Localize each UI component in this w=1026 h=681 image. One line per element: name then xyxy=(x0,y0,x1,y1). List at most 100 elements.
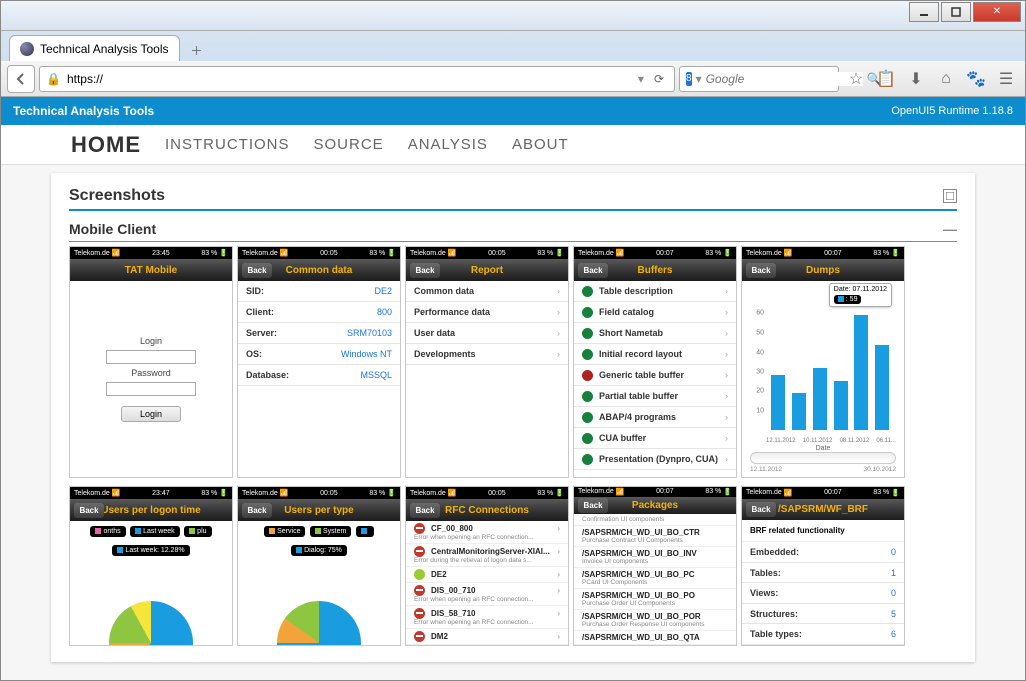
section-screenshots-header: Screenshots xyxy=(69,181,957,209)
phone-back-button[interactable]: Back xyxy=(242,503,272,518)
browser-tab[interactable]: Technical Analysis Tools xyxy=(9,35,180,61)
screenshot-packages: Telekom.de📶00:0783 %🔋 BackPackages Confi… xyxy=(573,486,737,646)
window-titlebar: ✕ xyxy=(1,1,1025,31)
search-bar[interactable]: 8 ▾ 🔍 xyxy=(679,66,839,92)
login-input[interactable] xyxy=(106,350,196,364)
screenshot-rfc-connections: Telekom.de📶00:0583 %🔋 BackRFC Connection… xyxy=(405,486,569,646)
phone-back-button[interactable]: Back xyxy=(746,263,776,278)
list-item[interactable]: Partial table buffer› xyxy=(574,386,736,407)
phone-back-button[interactable]: Back xyxy=(578,263,608,278)
list-item[interactable]: /SAPSRM/CH_WD_UI_BO_PORPurchase Order Re… xyxy=(574,610,736,631)
home-icon[interactable]: ⌂ xyxy=(933,67,959,91)
clipboard-icon[interactable]: 📋 xyxy=(873,67,899,91)
phone-title: Packages xyxy=(632,500,678,511)
banner-title: Technical Analysis Tools xyxy=(13,104,154,118)
search-input[interactable] xyxy=(706,72,863,86)
list-item[interactable]: DIS_58_710›Error when opening an RFC con… xyxy=(406,606,568,629)
section-mobile-client-header: Mobile Client — xyxy=(69,215,957,241)
url-input[interactable] xyxy=(67,72,632,86)
list-item[interactable]: Developments› xyxy=(406,344,568,365)
password-label: Password xyxy=(131,368,171,378)
main-nav: HOME INSTRUCTIONS SOURCE ANALYSIS ABOUT xyxy=(1,125,1025,165)
phone-title: TAT Mobile xyxy=(125,265,177,276)
list-item[interactable]: Table description› xyxy=(574,281,736,302)
pie-chart-icon xyxy=(277,601,361,645)
nav-about[interactable]: ABOUT xyxy=(512,136,569,153)
screenshot-users-logon-time: Telekom.de📶23:4783 %🔋 BackUsers per logo… xyxy=(69,486,233,646)
phone-title: Users per logon time xyxy=(101,505,200,516)
list-item[interactable]: Presentation (Dynpro, CUA)› xyxy=(574,449,736,470)
screenshot-dumps: Telekom.de📶00:0783 %🔋 BackDumps Date: 07… xyxy=(741,246,905,478)
extension-icon[interactable]: 🐾 xyxy=(963,67,989,91)
phone-back-button[interactable]: Back xyxy=(242,263,272,278)
collapse-line-icon[interactable]: — xyxy=(943,221,957,237)
phone-back-button[interactable]: Back xyxy=(74,503,104,518)
list-item[interactable]: Field catalog› xyxy=(574,302,736,323)
list-item[interactable]: ABAP/4 programs› xyxy=(574,407,736,428)
phone-back-button[interactable]: Back xyxy=(410,263,440,278)
password-input[interactable] xyxy=(106,382,196,396)
list-item[interactable]: DIS_00_710›Error when opening an RFC con… xyxy=(406,583,568,606)
list-item[interactable]: Common data› xyxy=(406,281,568,302)
phone-back-button[interactable]: Back xyxy=(410,503,440,518)
list-item[interactable]: Generic table buffer› xyxy=(574,365,736,386)
favicon-icon xyxy=(20,42,34,56)
window-close-button[interactable]: ✕ xyxy=(973,2,1021,22)
login-button[interactable]: Login xyxy=(121,406,181,422)
screenshot-buffers: Telekom.de📶00:0783 %🔋 BackBuffers Table … xyxy=(573,246,737,478)
list-item[interactable]: Short Nametab› xyxy=(574,323,736,344)
list-item[interactable]: /SAPSRM/CH_WD_UI_BO_INVInvoice UI compon… xyxy=(574,547,736,568)
tab-strip: Technical Analysis Tools ＋ xyxy=(1,31,1025,61)
list-item[interactable]: CF_00_800›Error when opening an RFC conn… xyxy=(406,521,568,544)
list-item[interactable]: /SAPSRM/CH_WD_UI_BO_POPurchase Order UI … xyxy=(574,589,736,610)
list-item[interactable]: /SAPSRM/CH_WD_UI_BO_PCPCard UI Component… xyxy=(574,568,736,589)
runtime-label: OpenUI5 Runtime 1.18.8 xyxy=(891,105,1013,117)
list-item[interactable]: DE2› xyxy=(406,567,568,583)
dropdown-icon[interactable]: ▾ xyxy=(638,72,644,86)
phone-title: RFC Connections xyxy=(445,505,529,516)
lock-icon: 🔒 xyxy=(46,72,61,86)
downloads-icon[interactable]: ⬇ xyxy=(903,67,929,91)
nav-analysis[interactable]: ANALYSIS xyxy=(408,136,488,153)
back-button[interactable] xyxy=(7,65,35,93)
menu-icon[interactable]: ☰ xyxy=(993,67,1019,91)
list-item[interactable]: Initial record layout› xyxy=(574,344,736,365)
phone-back-button[interactable]: Back xyxy=(746,502,776,517)
phone-title: Common data xyxy=(286,265,353,276)
window-maximize-button[interactable] xyxy=(941,2,971,22)
google-icon: 8 xyxy=(686,72,692,86)
list-item[interactable]: Performance data› xyxy=(406,302,568,323)
list-item[interactable]: User data› xyxy=(406,323,568,344)
range-slider[interactable] xyxy=(750,452,896,464)
address-bar[interactable]: 🔒 ▾ ⟳ xyxy=(39,66,675,92)
package-description: BRF related functionality xyxy=(742,520,904,542)
screenshot-common-data: Telekom.de📶00:0583 %🔋 BackCommon data SI… xyxy=(237,246,401,478)
screenshot-users-per-type: Telekom.de📶00:0583 %🔋 BackUsers per type… xyxy=(237,486,401,646)
window-minimize-button[interactable] xyxy=(909,2,939,22)
list-item[interactable]: CUA buffer› xyxy=(574,428,736,449)
phone-title: /SAPSRM/WF_BRF xyxy=(778,504,868,515)
nav-instructions[interactable]: INSTRUCTIONS xyxy=(165,136,290,153)
reload-button[interactable]: ⟳ xyxy=(650,72,668,86)
app-banner: Technical Analysis Tools OpenUI5 Runtime… xyxy=(1,97,1025,125)
browser-toolbar: 🔒 ▾ ⟳ 8 ▾ 🔍 ☆ 📋 ⬇ ⌂ 🐾 ☰ xyxy=(1,61,1025,97)
list-item[interactable]: /SAPSRM/CH_WD_UI_BO_QTA xyxy=(574,631,736,645)
new-tab-button[interactable]: ＋ xyxy=(186,39,208,61)
bookmark-icon[interactable]: ☆ xyxy=(843,67,869,91)
list-item[interactable]: DM2› xyxy=(406,629,568,645)
screenshot-brf-package: Telekom.de📶00:0783 %🔋 Back/SAPSRM/WF_BRF… xyxy=(741,486,905,646)
phone-title: Buffers xyxy=(637,265,672,276)
nav-source[interactable]: SOURCE xyxy=(314,136,384,153)
phone-title: Dumps xyxy=(806,265,840,276)
dumps-chart: Date: 07.11.2012 : 59 60 50 40 30 20 10 xyxy=(742,281,904,466)
nav-home[interactable]: HOME xyxy=(71,132,141,158)
phone-title: Users per type xyxy=(284,505,353,516)
collapse-icon[interactable] xyxy=(943,189,957,203)
phone-title: Report xyxy=(471,265,503,276)
phone-back-button[interactable]: Back xyxy=(578,498,608,513)
pie-chart-icon xyxy=(109,601,193,645)
login-label: Login xyxy=(140,336,162,346)
list-item[interactable]: CentralMonitoringServer-XIAl...›Error du… xyxy=(406,544,568,567)
chart-tooltip: Date: 07.11.2012 : 59 xyxy=(829,283,892,307)
list-item[interactable]: /SAPSRM/CH_WD_UI_BO_CTRPurchase Contract… xyxy=(574,526,736,547)
